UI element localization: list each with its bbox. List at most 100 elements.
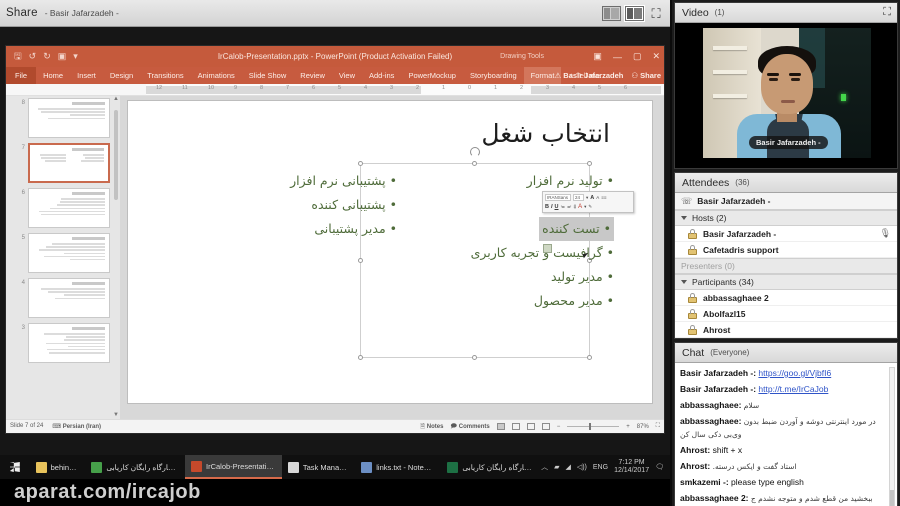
align-icon[interactable]: ≡ (574, 204, 577, 209)
zoom-slider[interactable] (567, 426, 619, 427)
zoom-in-button[interactable]: + (626, 424, 630, 430)
slide-bullet-selected[interactable]: • تست کننده (539, 217, 614, 241)
slide-thumbnail[interactable]: 5 (18, 233, 110, 273)
taskbar-item[interactable]: IrCalob-Presentatio... (185, 455, 282, 479)
slide-thumbnail-preview[interactable] (28, 98, 110, 138)
slide-thumbnail-preview[interactable] (28, 233, 110, 273)
format-painter-icon[interactable]: ✎ (588, 204, 592, 210)
mini-format-toolbar[interactable]: IRANSans 24 ▾ A A ≡≡ B I U ≔ ≕ ≡ A ▾ ✎ (542, 191, 634, 213)
resize-handle-br[interactable] (587, 355, 592, 360)
tab-transitions[interactable]: Transitions (140, 67, 190, 84)
account-name[interactable]: ⚠ Basir Jafarzadeh (554, 71, 623, 80)
chevron-down-icon[interactable] (681, 280, 687, 284)
slide-thumbnail[interactable]: 4 (18, 278, 110, 318)
horizontal-ruler[interactable]: 12 11 10 9 8 7 6 5 4 3 2 1 0 1 2 3 4 5 6 (6, 84, 664, 96)
attendee-group-header[interactable]: Participants (34) (675, 274, 897, 290)
slide-sorter-icon[interactable] (512, 423, 520, 430)
thumbnail-scroll-down-icon[interactable]: ▼ (113, 412, 119, 418)
slide-thumbnail-preview[interactable] (28, 188, 110, 228)
slide-title[interactable]: انتخاب شغل (481, 119, 610, 148)
ribbon-display-options-icon[interactable]: ▣ (593, 51, 602, 62)
attendee-group-header[interactable]: Hosts (2) (675, 210, 897, 226)
tab-animations[interactable]: Animations (191, 67, 242, 84)
redo-icon[interactable]: ↻ (43, 51, 51, 62)
microphone-icon[interactable]: 🎙 (880, 228, 891, 239)
slide-thumbnail-panel[interactable]: 8 7 6 5 4 3 ▲ ▼ (6, 96, 120, 419)
wifi-icon[interactable]: ◢ (565, 463, 570, 471)
slide-bullet[interactable]: • مدیر تولید (424, 265, 614, 289)
clock[interactable]: 7:12 PM 12/14/2017 (614, 459, 649, 476)
resize-handle-tr[interactable] (587, 161, 592, 166)
taskbar-item[interactable]: links.txt - Notepad (355, 455, 441, 479)
resize-handle-bl[interactable] (358, 355, 363, 360)
slide-bullet[interactable]: • مدیر محصول (424, 289, 614, 313)
slide-thumbnail-preview[interactable] (28, 323, 110, 363)
video-stream[interactable]: Basir Jafarzadeh - (675, 23, 897, 168)
layout-icon[interactable] (602, 6, 621, 21)
taskbar-item[interactable]: Task Manager (282, 455, 355, 479)
attendee-row[interactable]: Cafetadris support (675, 242, 897, 258)
shrink-font-icon[interactable]: A (596, 195, 599, 200)
chat-link[interactable]: http://t.me/IrCaJob (758, 384, 828, 394)
normal-view-icon[interactable] (497, 423, 505, 430)
chat-scrollbar[interactable] (889, 367, 895, 506)
slide-thumbnail-preview[interactable] (28, 278, 110, 318)
chevron-down-icon[interactable] (681, 216, 687, 220)
attendee-row[interactable]: Basir Jafarzadeh - 🎙 (675, 226, 897, 242)
present-icon[interactable]: ▣ (58, 51, 67, 62)
attendee-group-header[interactable]: Presenters (0) (675, 258, 897, 274)
notes-button[interactable]: 🗎 Notes (420, 422, 443, 432)
slide-thumbnail[interactable]: 6 (18, 188, 110, 228)
tab-add-ins[interactable]: Add-ins (362, 67, 401, 84)
attendee-row[interactable]: Ahrost (675, 322, 897, 338)
restore-button[interactable]: ▢ (633, 51, 642, 62)
tab-slide-show[interactable]: Slide Show (242, 67, 294, 84)
slide-bullet[interactable]: • تولید نرم افزار (424, 169, 614, 193)
tab-file[interactable]: File (6, 67, 36, 84)
slide-bullet[interactable]: • پشتیبانی نرم افزار (212, 169, 397, 193)
share-button[interactable]: ⚇ Share (631, 71, 661, 80)
slide-bullet[interactable]: • مدیر پشتیبانی (212, 217, 397, 241)
language-indicator[interactable]: ⌨ Persian (Iran) (52, 423, 101, 430)
attendee-row[interactable]: Abolfazl15 (675, 306, 897, 322)
thumbnail-scroll-up-icon[interactable]: ▲ (113, 96, 119, 102)
zoom-level[interactable]: 87% (637, 424, 649, 430)
volume-icon[interactable]: ◁)) (577, 463, 587, 471)
slide-thumbnail[interactable]: 3 (18, 323, 110, 363)
taskbar-item[interactable]: کارگاه رایگان کاریابی ... (441, 455, 541, 479)
attendees-list[interactable]: ☏ Basir Jafarzadeh - Hosts (2) Basir Jafa… (675, 193, 897, 338)
attendee-row[interactable]: abbassaghaee 2 (675, 290, 897, 306)
chat-link[interactable]: https://goo.gl/VjbfI6 (758, 368, 831, 378)
tab-home[interactable]: Home (36, 67, 70, 84)
bullets-icon[interactable]: ≔ (561, 204, 566, 210)
resize-handle-tl[interactable] (358, 161, 363, 166)
show-hidden-icons[interactable]: ︿ (541, 462, 548, 472)
language-indicator-tray[interactable]: ENG (593, 464, 608, 471)
font-size-field[interactable]: 24 (573, 194, 584, 201)
attendee-self-row[interactable]: ☏ Basir Jafarzadeh - (675, 193, 897, 210)
slide-bullet[interactable]: • تست کننده (424, 217, 614, 241)
tab-powermockup[interactable]: PowerMockup (401, 67, 463, 84)
color-dropdown-icon[interactable]: ▾ (584, 204, 586, 210)
font-size-dropdown-icon[interactable]: ▾ (586, 195, 588, 201)
thumbnail-scrollbar[interactable] (114, 110, 118, 200)
reading-view-icon[interactable] (527, 423, 535, 430)
tab-review[interactable]: Review (293, 67, 332, 84)
current-slide[interactable]: انتخاب شغل • تولید نرم افزار • تست کننده… (128, 101, 652, 403)
action-center-icon[interactable]: 🗨 (655, 463, 664, 471)
network-icon[interactable]: ▰ (554, 463, 559, 471)
layout-selected-icon[interactable] (625, 6, 644, 21)
customize-qat-icon[interactable]: ▾ (73, 51, 78, 62)
italic-icon[interactable]: I (551, 204, 553, 210)
slide-thumbnail[interactable]: 7 (18, 143, 110, 183)
minimize-button[interactable]: — (613, 52, 622, 62)
fit-to-window-icon[interactable]: ⛶ (656, 423, 660, 430)
slide-canvas[interactable]: انتخاب شغل • تولید نرم افزار • تست کننده… (120, 96, 664, 419)
tab-view[interactable]: View (332, 67, 362, 84)
font-name-field[interactable]: IRANSans (545, 194, 571, 201)
tab-design[interactable]: Design (103, 67, 140, 84)
rotate-handle[interactable] (470, 147, 480, 157)
comments-button[interactable]: 🗩 Comments (450, 422, 489, 432)
slideshow-icon[interactable] (542, 423, 550, 430)
slide-bullet-list-left[interactable]: • پشتیبانی نرم افزار • پشتیبانی کننده • مد… (212, 169, 397, 241)
